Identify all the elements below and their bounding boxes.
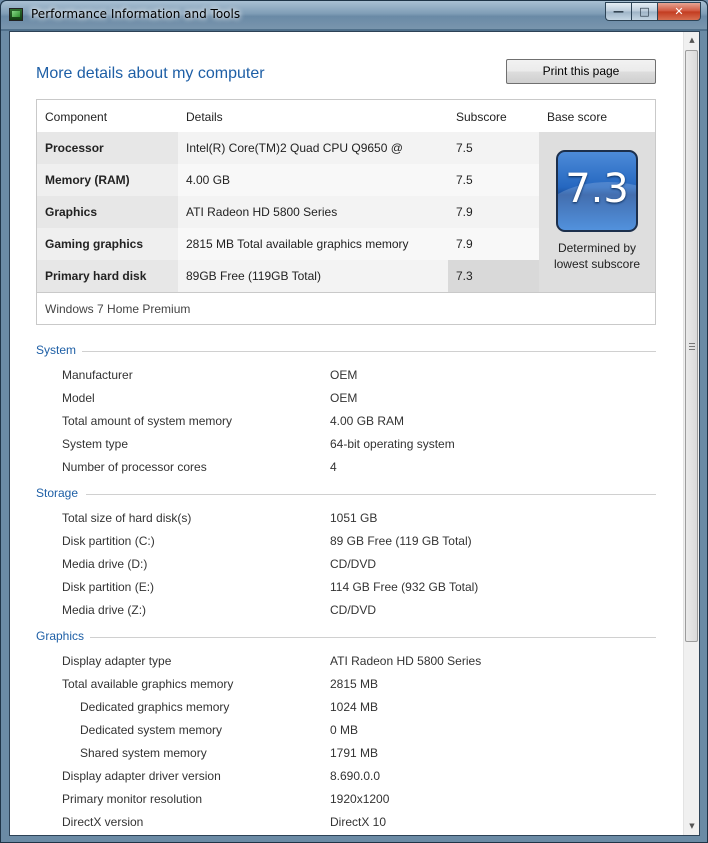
component-cell: Processor <box>37 132 178 164</box>
details-content: More details about my computer Print thi… <box>10 32 684 835</box>
info-label: Dedicated system memory <box>80 723 223 737</box>
info-label: Disk partition (E:) <box>62 580 155 594</box>
details-cell: 89GB Free (119GB Total) <box>178 260 448 292</box>
info-value: 4.00 GB RAM <box>330 414 405 428</box>
info-value: OEM <box>330 391 358 405</box>
info-label: Number of processor cores <box>62 460 207 474</box>
score-table-header: Component Details Subscore Base score <box>37 100 655 132</box>
caption-buttons: — □ ✕ <box>605 2 701 21</box>
up-arrow-icon[interactable]: ▲ <box>684 32 700 49</box>
section-divider <box>86 494 656 495</box>
info-label: Media drive (D:) <box>62 557 148 571</box>
info-label: Manufacturer <box>62 368 133 382</box>
vertical-scrollbar[interactable]: ▲ ▼ <box>683 32 699 835</box>
down-arrow-icon[interactable]: ▼ <box>684 818 700 835</box>
details-cell: ATI Radeon HD 5800 Series <box>178 196 448 228</box>
info-label: System type <box>62 437 129 451</box>
subscore-cell: 7.9 <box>448 196 539 228</box>
info-value: 114 GB Free (932 GB Total) <box>330 580 479 594</box>
subscore-cell: 7.5 <box>448 164 539 196</box>
info-value: 1051 GB <box>330 511 378 525</box>
score-row-primary-hard-disk: Primary hard disk 89GB Free (119GB Total… <box>37 260 539 292</box>
header-subscore: Subscore <box>456 110 507 124</box>
info-value: 1791 MB <box>330 746 379 760</box>
info-label: Dedicated graphics memory <box>80 700 230 714</box>
info-value: OEM <box>330 368 358 382</box>
info-value: 2815 MB <box>330 677 379 691</box>
info-label: Disk partition (C:) <box>62 534 155 548</box>
performance-tools-icon <box>9 8 23 21</box>
score-row-processor: Processor Intel(R) Core(TM)2 Quad CPU Q9… <box>37 132 539 187</box>
page-title: More details about my computer <box>36 65 265 82</box>
subscore-cell: 7.5 <box>448 132 539 164</box>
info-label: Total available graphics memory <box>62 677 234 691</box>
details-cell: 2815 MB Total available graphics memory <box>178 228 448 260</box>
info-label: Media drive (Z:) <box>62 603 147 617</box>
info-label: Total size of hard disk(s) <box>62 511 192 525</box>
info-label: Primary monitor resolution <box>62 792 203 806</box>
graphics-section-header: Graphics <box>36 629 656 643</box>
base-score-caption: Determined by lowest subscore <box>539 240 655 272</box>
section-divider <box>82 351 656 352</box>
score-row-graphics: Graphics ATI Radeon HD 5800 Series 7.9 <box>37 196 539 228</box>
score-row-gaming-graphics: Gaming graphics 2815 MB Total available … <box>37 228 539 260</box>
header-component: Component <box>45 110 108 124</box>
info-label: Shared system memory <box>80 746 207 760</box>
grip-icon <box>689 343 695 350</box>
subscore-cell-lowest: 7.3 <box>448 260 539 292</box>
scrollbar-thumb[interactable] <box>685 50 698 642</box>
info-value: 1024 MB <box>330 700 379 714</box>
info-label: Display adapter driver version <box>62 769 221 783</box>
minimize-button[interactable]: — <box>605 2 631 21</box>
info-label: Display adapter type <box>62 654 172 668</box>
system-section-title: System <box>36 343 83 357</box>
windows-edition-row: Windows 7 Home Premium <box>37 292 655 324</box>
subscore-cell: 7.9 <box>448 228 539 260</box>
print-page-button[interactable]: Print this page <box>506 59 656 84</box>
component-cell: Memory (RAM) <box>37 164 178 196</box>
info-value: CD/DVD <box>330 603 377 617</box>
info-value: 1920x1200 <box>330 792 390 806</box>
system-section-header: System <box>36 343 656 357</box>
header-details: Details <box>186 110 223 124</box>
details-cell: 4.00 GB <box>178 164 448 196</box>
close-button[interactable]: ✕ <box>657 2 701 21</box>
details-cell: Intel(R) Core(TM)2 Quad CPU Q9650 @ 3.00… <box>178 132 448 187</box>
info-value: 4 <box>330 460 337 474</box>
score-table: Component Details Subscore Base score Pr… <box>36 99 656 325</box>
info-value: ATI Radeon HD 5800 Series <box>330 654 482 668</box>
header-base-score: Base score <box>547 110 608 124</box>
base-score-value: 7.3 <box>565 166 629 212</box>
info-value: DirectX 10 <box>330 815 387 829</box>
title-bar[interactable]: Performance Information and Tools — □ ✕ <box>1 1 707 29</box>
info-label: DirectX version <box>62 815 144 829</box>
info-value: CD/DVD <box>330 557 377 571</box>
component-cell: Graphics <box>37 196 178 228</box>
maximize-button[interactable]: □ <box>631 2 657 21</box>
info-label: Model <box>62 391 95 405</box>
window-title: Performance Information and Tools <box>31 7 241 21</box>
client-area: More details about my computer Print thi… <box>9 31 700 836</box>
windows-experience-badge-icon: 7.3 <box>556 150 638 232</box>
performance-window: Performance Information and Tools — □ ✕ … <box>0 0 708 843</box>
windows-edition: Windows 7 Home Premium <box>45 302 191 316</box>
storage-section-title: Storage <box>36 486 85 500</box>
graphics-section-title: Graphics <box>36 629 91 643</box>
storage-section-header: Storage <box>36 486 656 500</box>
info-value: 64-bit operating system <box>330 437 455 451</box>
base-score-caption-line2: lowest subscore <box>553 257 641 271</box>
info-value: 0 MB <box>330 723 359 737</box>
component-cell: Gaming graphics <box>37 228 178 260</box>
info-value: 8.690.0.0 <box>330 769 381 783</box>
base-score-caption-line1: Determined by <box>557 241 637 255</box>
score-row-memory: Memory (RAM) 4.00 GB 7.5 <box>37 164 539 196</box>
info-label: Total amount of system memory <box>62 414 233 428</box>
base-score-cell: 7.3 Determined by lowest subscore <box>539 132 655 292</box>
component-cell: Primary hard disk <box>37 260 178 292</box>
section-divider <box>90 637 656 638</box>
info-value: 89 GB Free (119 GB Total) <box>330 534 472 548</box>
